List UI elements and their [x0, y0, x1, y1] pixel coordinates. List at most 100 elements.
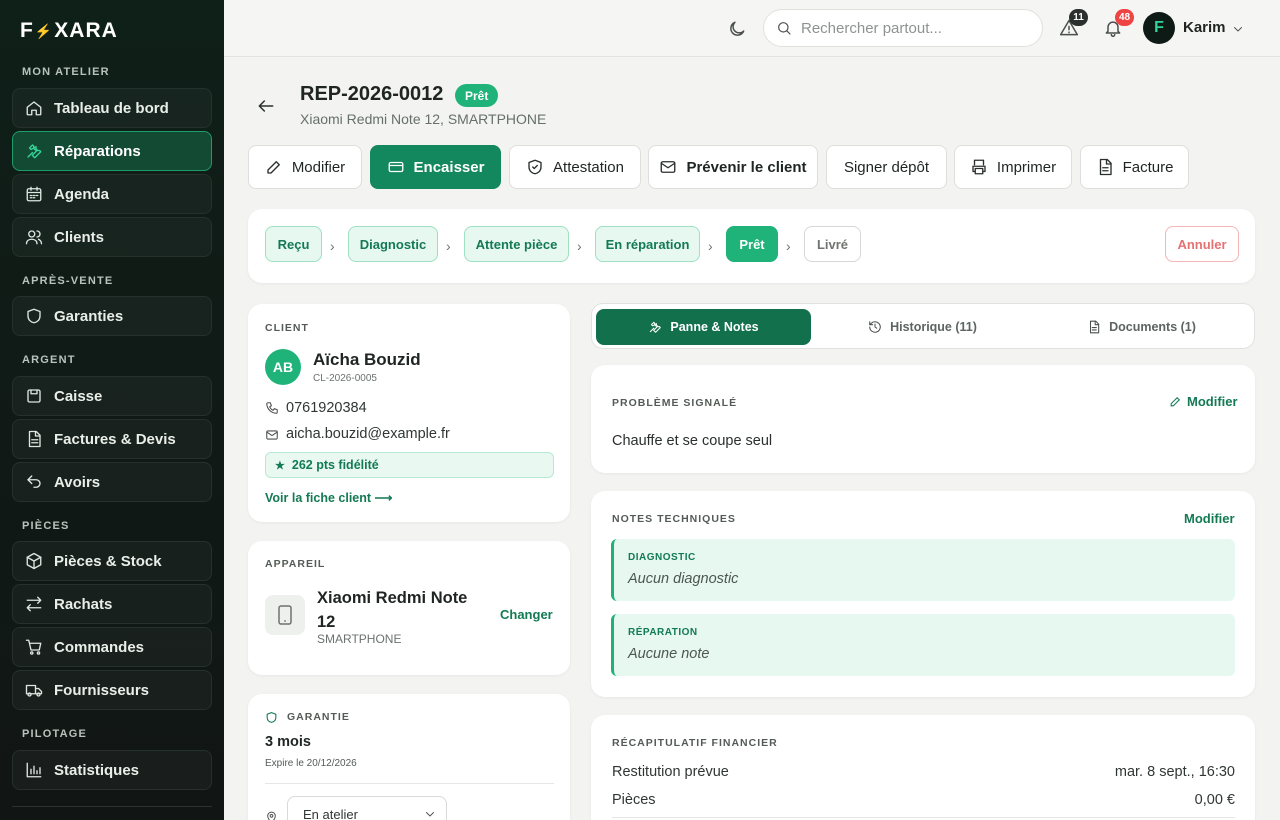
- chevron-down-icon[interactable]: [1232, 23, 1244, 35]
- sidebar-item-label: Garanties: [54, 307, 124, 325]
- invoice-button-label: Facture: [1122, 158, 1174, 176]
- sidebar-item-commandes[interactable]: Commandes: [12, 627, 212, 667]
- edit-notes-button[interactable]: Modifier: [1184, 511, 1235, 526]
- register-icon: [27, 389, 41, 403]
- divider: [265, 783, 554, 784]
- step-livre[interactable]: Livré: [804, 226, 861, 262]
- location-select[interactable]: En atelier: [287, 796, 447, 820]
- shield-icon: [27, 308, 41, 324]
- search-input[interactable]: [801, 19, 1021, 37]
- document-icon: [28, 430, 41, 448]
- finance-row: Restitution prévue mar. 8 sept., 16:30: [612, 764, 1235, 780]
- sidebar-item-caisse[interactable]: Caisse: [12, 376, 212, 416]
- sidebar-item-label: Réparations: [54, 142, 141, 160]
- location-pin-icon: [267, 811, 276, 820]
- edit-button[interactable]: Modifier: [248, 145, 362, 189]
- topbar: 11 48 F Karim: [224, 0, 1280, 57]
- cancel-button[interactable]: Annuler: [1165, 226, 1239, 262]
- sidebar-item-agenda[interactable]: Agenda: [12, 174, 212, 214]
- tab-documents[interactable]: Documents (1): [1034, 309, 1249, 345]
- section-apres-vente: APRÈS-VENTE: [22, 275, 114, 287]
- problem-text: Chauffe et se coupe seul: [612, 433, 773, 449]
- file-icon: [1099, 158, 1112, 176]
- app-logo[interactable]: F ⚡ XARA: [20, 19, 118, 43]
- notify-client-button[interactable]: Prévenir le client: [648, 145, 818, 189]
- tab-label: Panne & Notes: [670, 320, 759, 334]
- finance-row: Pièces 0,00 €: [612, 792, 1235, 808]
- tab-label: Documents (1): [1109, 320, 1196, 334]
- edit-problem-label: Modifier: [1187, 394, 1238, 409]
- chevron-right-icon: ›: [786, 238, 791, 254]
- shield-check-icon: [528, 159, 542, 175]
- sign-deposit-button[interactable]: Signer dépôt: [826, 145, 947, 189]
- repair-note[interactable]: RÉPARATION Aucune note: [611, 614, 1235, 676]
- repair-reference: REP-2026-0012: [300, 83, 444, 105]
- calendar-icon: [26, 186, 42, 202]
- chevron-right-icon: ›: [330, 238, 335, 254]
- sidebar-item-tableau-de-bord[interactable]: Tableau de bord: [12, 88, 212, 128]
- sidebar-item-label: Factures & Devis: [54, 430, 176, 448]
- credit-card-icon: [388, 161, 403, 173]
- invoice-button[interactable]: Facture: [1080, 145, 1189, 189]
- client-email[interactable]: aicha.bouzid@example.fr: [286, 426, 450, 442]
- loyalty-points: 262 pts fidélité: [291, 458, 379, 472]
- bar-chart-icon: [26, 762, 42, 778]
- finance-row-label: Restitution prévue: [612, 764, 729, 780]
- client-profile-link[interactable]: Voir la fiche client ⟶: [265, 490, 392, 505]
- finance-row-value: 0,00 €: [1194, 792, 1235, 808]
- client-phone[interactable]: 0761920384: [286, 400, 367, 416]
- print-button[interactable]: Imprimer: [954, 145, 1072, 189]
- back-arrow-icon[interactable]: [256, 96, 276, 116]
- history-icon: [869, 321, 881, 333]
- wrench-icon: [650, 321, 662, 333]
- box-icon: [26, 552, 42, 570]
- step-attente-piece[interactable]: Attente pièce: [464, 226, 569, 262]
- sidebar-item-garanties[interactable]: Garanties: [12, 296, 212, 336]
- sidebar-item-clients[interactable]: Clients: [12, 217, 212, 257]
- sidebar-item-statistiques[interactable]: Statistiques: [12, 750, 212, 790]
- change-device-button[interactable]: Changer: [500, 607, 553, 622]
- section-argent: ARGENT: [22, 354, 76, 366]
- diagnostic-note[interactable]: DIAGNOSTIC Aucun diagnostic: [611, 539, 1235, 601]
- wrench-icon: [27, 144, 42, 159]
- file-icon: [1090, 320, 1100, 334]
- users-icon: [25, 230, 43, 245]
- notifications-badge: 48: [1115, 9, 1135, 26]
- user-name[interactable]: Karim: [1183, 19, 1226, 36]
- pencil-icon: [1170, 396, 1181, 407]
- tab-historique[interactable]: Historique (11): [815, 309, 1030, 345]
- logo-text-left: F: [20, 19, 34, 42]
- moon-icon[interactable]: [727, 19, 747, 39]
- edit-problem-button[interactable]: Modifier: [1169, 394, 1238, 409]
- sidebar-item-label: Statistiques: [54, 761, 140, 779]
- sidebar-item-label: Fournisseurs: [54, 681, 150, 699]
- step-pret[interactable]: Prêt: [726, 226, 778, 262]
- step-en-reparation[interactable]: En réparation: [595, 226, 700, 262]
- status-badge: Prêt: [455, 84, 499, 107]
- sidebar-item-label: Caisse: [54, 387, 103, 405]
- sidebar-item-label: Avoirs: [54, 473, 101, 491]
- repair-note-value: Aucune note: [628, 646, 710, 662]
- certificate-button[interactable]: Attestation: [509, 145, 641, 189]
- sidebar-item-avoirs[interactable]: Avoirs: [12, 462, 212, 502]
- mail-icon: [266, 430, 278, 440]
- sidebar-item-reparations[interactable]: Réparations: [12, 131, 212, 171]
- search-bar[interactable]: [763, 9, 1043, 47]
- divider: [612, 817, 1235, 818]
- tab-panne-notes[interactable]: Panne & Notes: [596, 309, 811, 345]
- sidebar-item-rachats[interactable]: Rachats: [12, 584, 212, 624]
- alerts-badge: 11: [1069, 9, 1088, 26]
- tab-label: Historique (11): [890, 320, 977, 334]
- sidebar-item-label: Clients: [54, 228, 105, 246]
- sidebar-item-factures-devis[interactable]: Factures & Devis: [12, 419, 212, 459]
- cash-in-button[interactable]: Encaisser: [370, 145, 501, 189]
- sidebar-item-pieces-stock[interactable]: Pièces & Stock: [12, 541, 212, 581]
- step-diagnostic[interactable]: Diagnostic: [348, 226, 438, 262]
- sidebar-item-fournisseurs[interactable]: Fournisseurs: [12, 670, 212, 710]
- undo-icon: [27, 475, 41, 488]
- pencil-icon: [267, 161, 280, 174]
- bolt-icon: ⚡: [34, 22, 54, 39]
- user-avatar[interactable]: F: [1143, 12, 1175, 44]
- warranty-duration: 3 mois: [265, 734, 311, 750]
- step-recu[interactable]: Reçu: [265, 226, 322, 262]
